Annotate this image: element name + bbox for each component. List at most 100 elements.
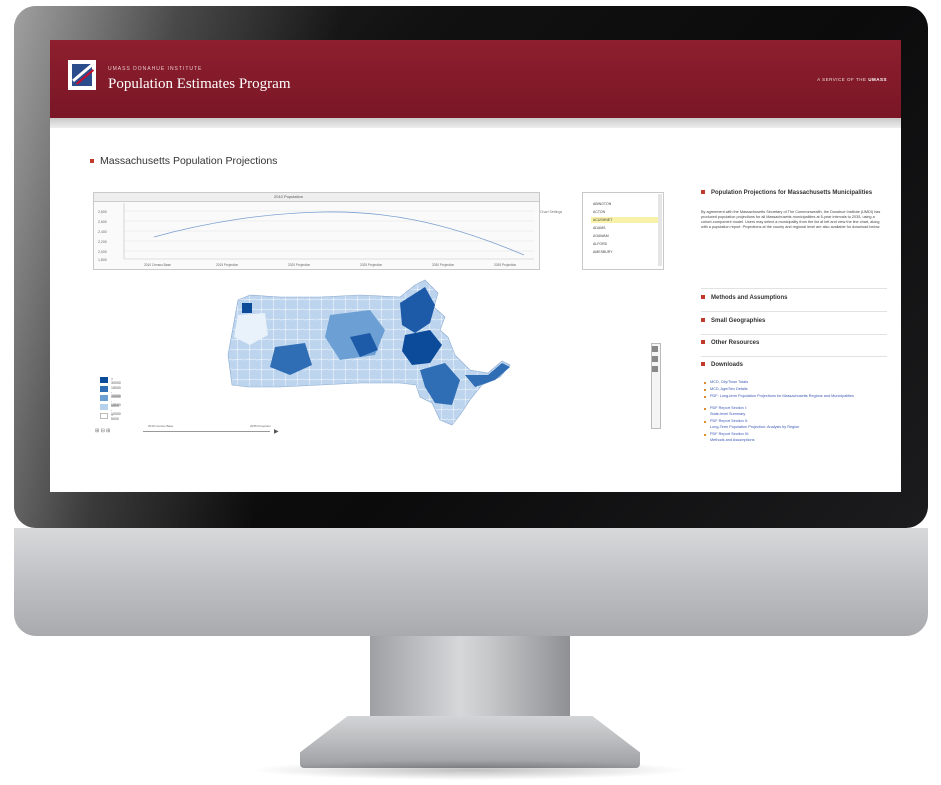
download-label: PDF: Long-term Population Projections fo… — [710, 394, 854, 398]
section-divider — [701, 334, 887, 335]
download-label: MCD, Age/Sex Details — [710, 387, 748, 391]
section-label: Small Geographies — [711, 318, 766, 324]
section-bullet-icon — [701, 362, 705, 367]
chart-plot: 2,800 2,600 2,400 2,200 2,000 1,800 2010… — [98, 203, 534, 267]
download-bullet-icon — [704, 407, 706, 410]
map-zoom-tools[interactable]: ⊞ ⊟ ⊞ — [95, 428, 110, 434]
x-tick: 2030 Projection — [432, 263, 454, 267]
download-link[interactable]: PDF Report Section III: — [704, 432, 890, 437]
municipality-list[interactable]: ABINGTON ACTON ACUSHNET ADAMS AGAWAM ALF… — [582, 192, 664, 270]
header-subbar — [50, 118, 901, 128]
y-tick: 2,800 — [98, 210, 107, 214]
download-link[interactable]: PDF Report Section II: — [704, 419, 890, 424]
download-label: PDF Report Section I: — [710, 406, 747, 410]
section-other-resources[interactable]: Other Resources — [701, 340, 887, 346]
y-tick: 2,200 — [98, 240, 107, 244]
timeline-slider[interactable] — [143, 431, 270, 432]
legend-label: > 30000 — [111, 377, 121, 385]
page-title: Massachusetts Population Projections — [90, 155, 277, 167]
heading-bullet-icon — [701, 190, 705, 195]
section-bullet-icon — [701, 295, 705, 300]
section-methods[interactable]: Methods and Assumptions — [701, 295, 887, 301]
page-title-text: Massachusetts Population Projections — [100, 155, 278, 167]
massachusetts-map[interactable] — [220, 275, 565, 445]
section-divider — [701, 311, 887, 312]
municipality-item[interactable]: ACTON — [591, 209, 659, 215]
section-label: Downloads — [711, 362, 744, 368]
play-icon[interactable]: ▶ — [274, 428, 279, 435]
service-tagline[interactable]: A SERVICE OF THE UMASS — [817, 77, 887, 82]
legend-swatch — [100, 377, 108, 383]
x-tick: 2025 Projection — [360, 263, 382, 267]
y-tick: 2,600 — [98, 220, 107, 224]
download-link-sub[interactable]: Methods and Assumptions — [710, 438, 890, 443]
section-downloads[interactable]: Downloads — [701, 362, 887, 368]
legend-swatch — [100, 395, 108, 401]
intro-text: By agreement with the Massachusetts Secr… — [701, 210, 881, 229]
legend-label: < 5000 — [111, 413, 119, 421]
chart-y-ticks: 2,800 2,600 2,400 2,200 2,000 1,800 — [98, 210, 107, 262]
download-bullet-icon — [704, 388, 706, 391]
pan-icon[interactable] — [652, 366, 658, 372]
monitor-chin — [14, 528, 928, 636]
program-title[interactable]: Population Estimates Program — [108, 76, 290, 93]
section-bullet-icon — [701, 340, 705, 345]
download-link[interactable]: PDF Report Section I: — [704, 406, 890, 411]
chart-x-ticks: 2010 Census Base 2015 Projection 2020 Pr… — [144, 263, 516, 267]
municipality-item[interactable]: ALFORD — [591, 241, 659, 247]
stand-shadow — [250, 760, 690, 780]
region-pittsfield — [242, 303, 252, 313]
download-label: MCD, City/Town Totals — [710, 380, 749, 384]
legend-swatch — [100, 413, 108, 419]
section-divider — [701, 288, 887, 289]
intro-heading-text: Population Projections for Massachusetts… — [711, 190, 873, 196]
umass-logo-icon[interactable] — [68, 60, 96, 90]
timeline-end-label: 2035 Projection — [250, 424, 271, 428]
download-bullet-icon — [704, 381, 706, 384]
municipality-item-selected[interactable]: ACUSHNET — [591, 217, 659, 223]
section-divider — [701, 356, 887, 357]
municipality-scrollbar[interactable] — [658, 194, 662, 266]
section-small-geographies[interactable]: Small Geographies — [701, 318, 887, 324]
y-tick: 1,800 — [98, 258, 107, 262]
download-link[interactable]: MCD, City/Town Totals — [704, 380, 890, 385]
zoom-out-icon[interactable] — [652, 356, 658, 362]
legend-swatch — [100, 386, 108, 392]
intro-heading: Population Projections for Massachusetts… — [701, 190, 887, 196]
projection-line — [153, 211, 525, 256]
section-label: Other Resources — [711, 340, 760, 346]
download-link[interactable]: PDF: Long-term Population Projections fo… — [704, 394, 880, 399]
y-tick: 2,000 — [98, 250, 107, 254]
projection-chart[interactable]: 2010 Population 2,800 2,600 2,400 2,200 … — [93, 192, 540, 270]
x-tick: 2035 Projection — [494, 263, 516, 267]
site-header: UMASS DONAHUE INSTITUTE Population Estim… — [50, 40, 901, 118]
download-bullet-icon — [704, 433, 706, 436]
legend-swatch — [100, 404, 108, 410]
section-bullet-icon — [701, 318, 705, 323]
institute-name: UMASS DONAHUE INSTITUTE — [108, 66, 203, 72]
x-tick: 2020 Projection — [288, 263, 310, 267]
download-bullet-icon — [704, 420, 706, 423]
download-label: PDF Report Section II: — [710, 419, 748, 423]
zoom-in-icon[interactable] — [652, 346, 658, 352]
municipality-item[interactable]: ABINGTON — [591, 201, 659, 207]
download-link-sub[interactable]: Long-Term Population Projection: Analysi… — [710, 425, 890, 430]
download-link[interactable]: MCD, Age/Sex Details — [704, 387, 890, 392]
timeline-start-label: 2010 Census Base — [148, 424, 174, 428]
chart-gridlines — [123, 203, 534, 260]
x-tick: 2015 Projection — [216, 263, 238, 267]
chart-side-label[interactable]: Chart Settings — [540, 210, 562, 214]
monitor-stand-neck — [370, 636, 570, 724]
municipality-item[interactable]: AGAWAM — [591, 233, 659, 239]
service-prefix: A SERVICE OF THE — [817, 77, 867, 82]
download-label: PDF Report Section III: — [710, 432, 750, 436]
download-link-sub[interactable]: State-level Summary — [710, 412, 890, 417]
y-tick: 2,400 — [98, 230, 107, 234]
municipality-item[interactable]: AMESBURY — [591, 249, 659, 255]
x-tick: 2010 Census Base — [144, 263, 171, 267]
service-org: UMASS — [868, 77, 887, 82]
download-bullet-icon — [704, 395, 706, 398]
section-label: Methods and Assumptions — [711, 295, 788, 301]
municipality-item[interactable]: ADAMS — [591, 225, 659, 231]
title-bullet-icon — [90, 159, 94, 164]
